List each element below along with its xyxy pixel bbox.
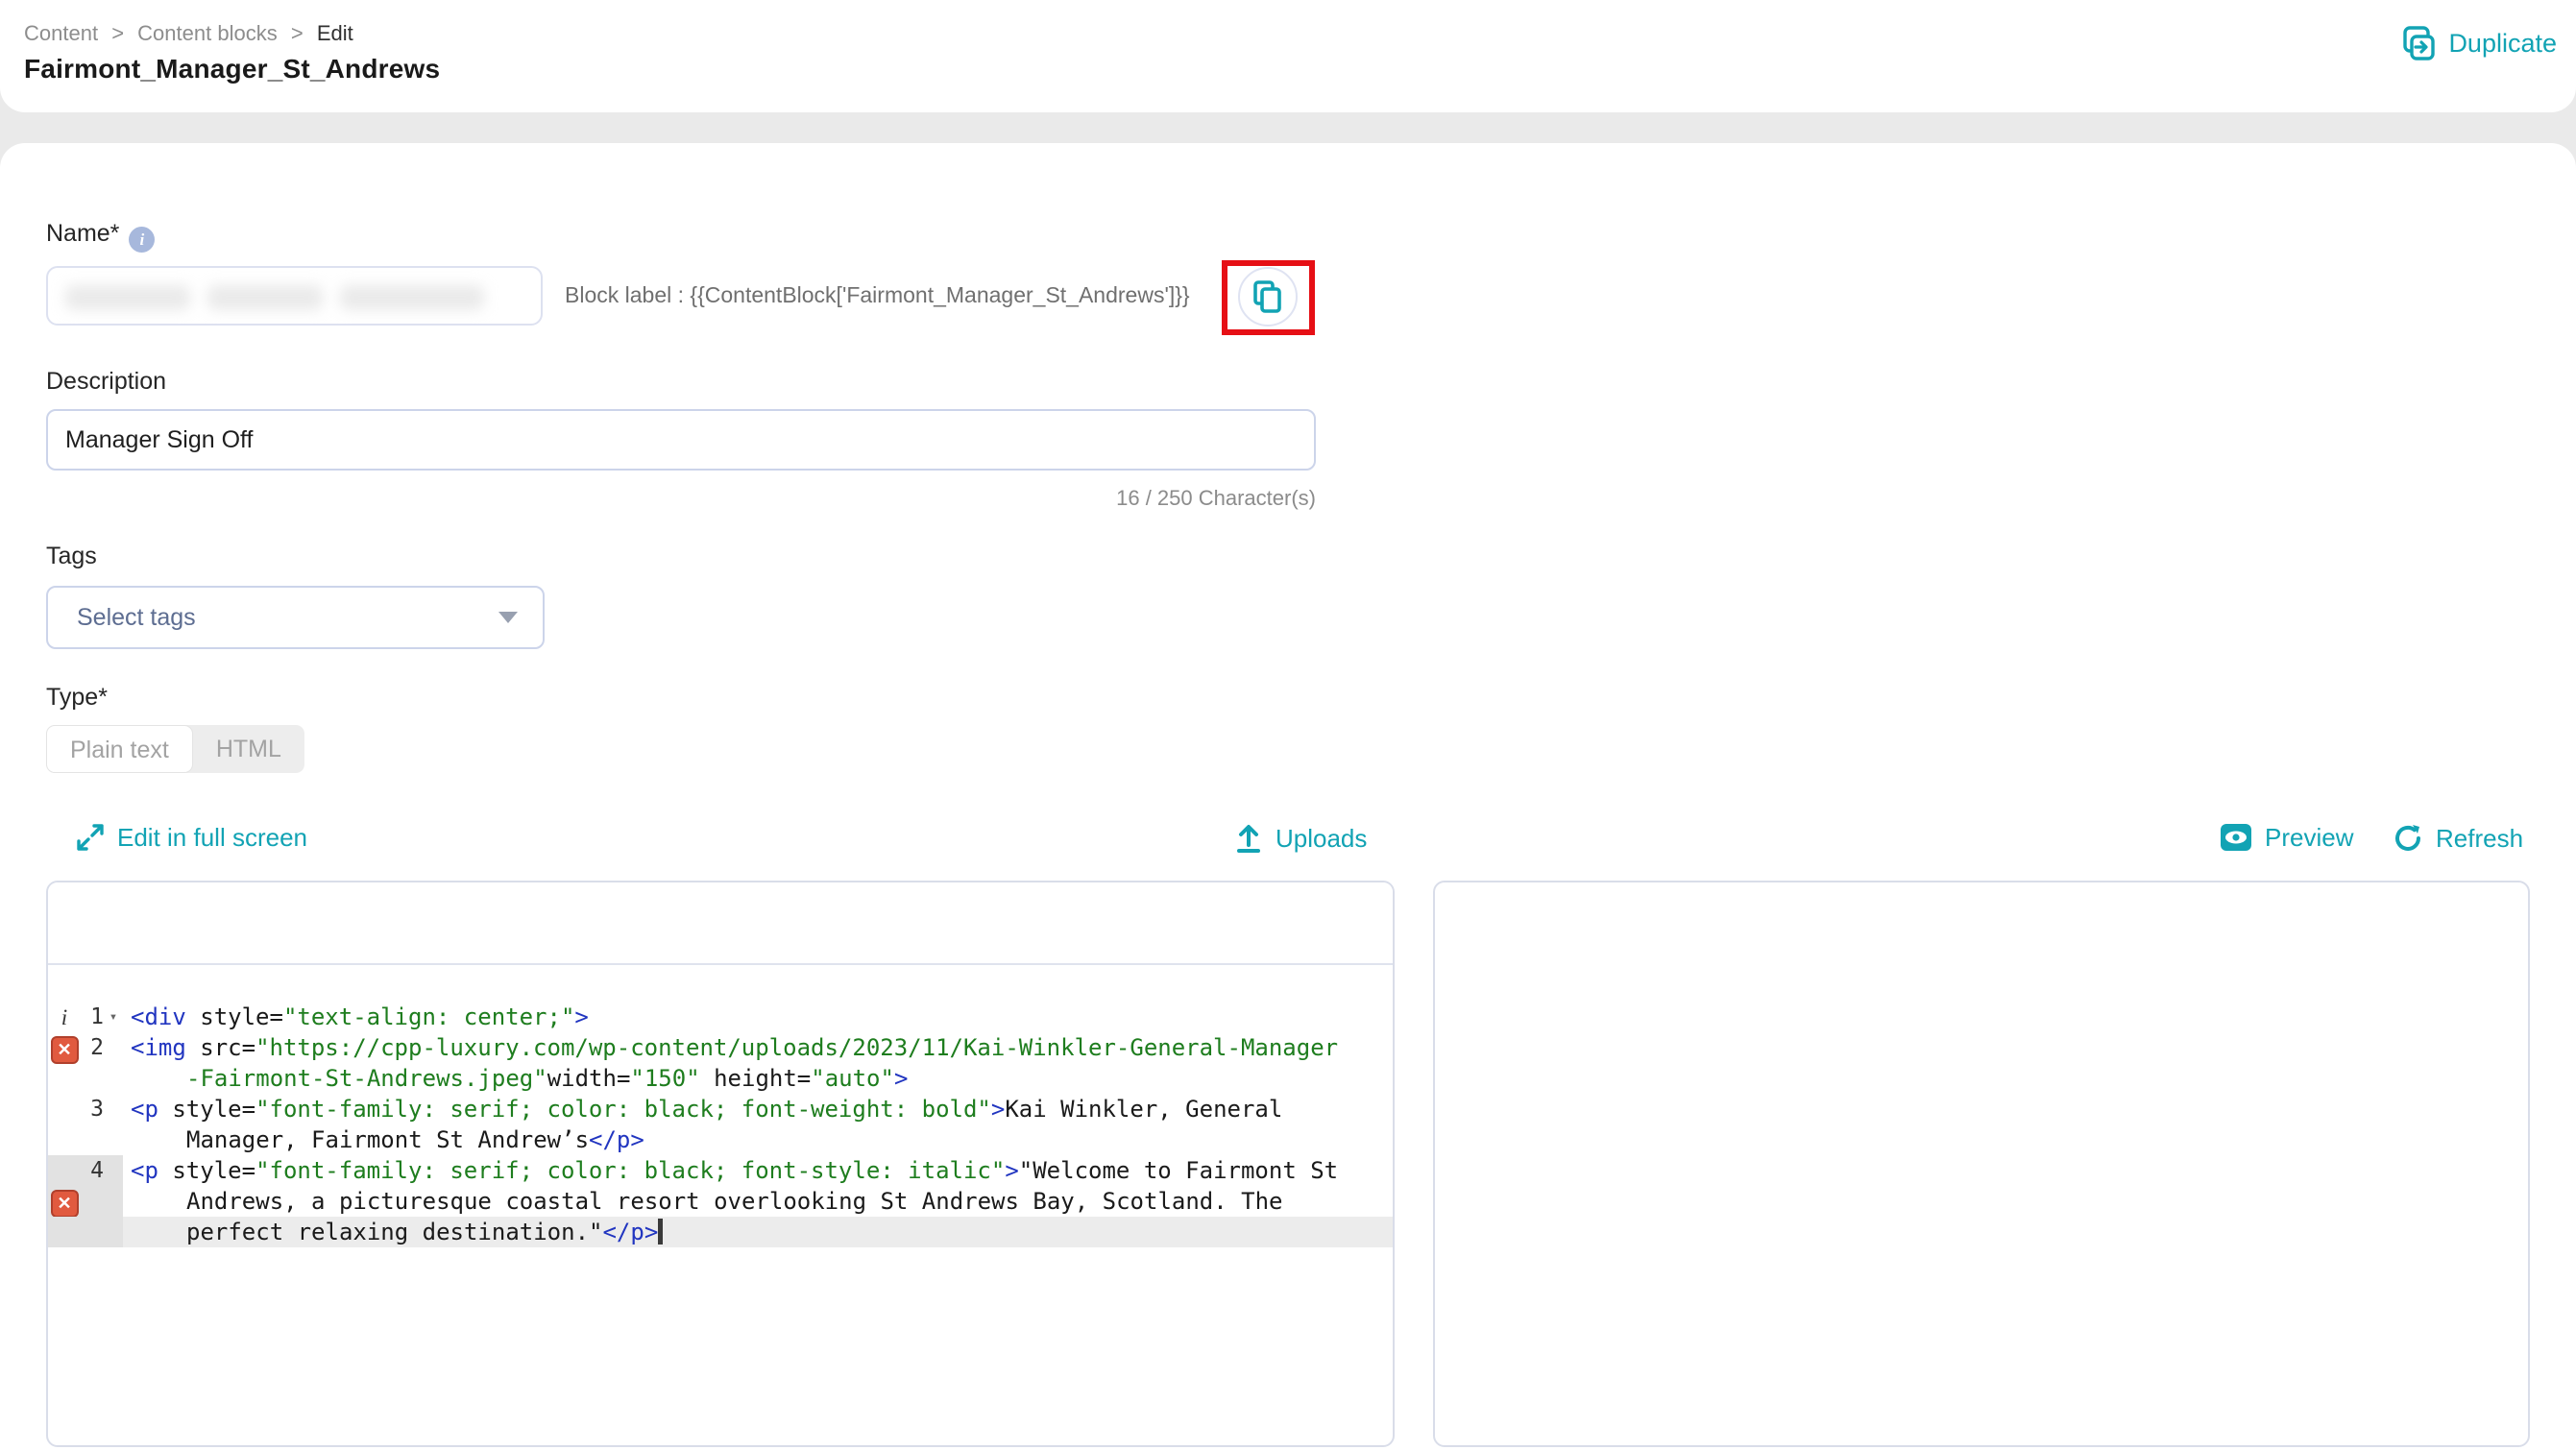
edit-full-screen-label: Edit in full screen [117,822,307,852]
line-number: 3 [90,1097,104,1122]
breadcrumb-edit: Edit [316,21,353,45]
code-line[interactable]: perfect relaxing destination."</p> [123,1217,1393,1247]
copy-block-label-button[interactable] [1238,267,1298,326]
code-line[interactable]: -Fairmont-St-Andrews.jpeg"width="150" he… [123,1063,1393,1094]
error-icon[interactable]: ✕ [50,1189,79,1218]
code-editor[interactable]: i 1 ▾ <div style="text-align: center;"> ✕ 2 <i… [48,965,1393,1247]
gutter [48,1217,123,1247]
description-label: Description [46,368,167,395]
tags-select[interactable]: Select tags [46,586,545,649]
code-line[interactable]: <p style="font-family: serif; color: bla… [123,1094,1393,1124]
block-label-text: Block label : {{ContentBlock['Fairmont_M… [565,282,1190,307]
line-number: 1 [90,1004,104,1029]
code-line[interactable]: <div style="text-align: center;"> [123,1002,1393,1032]
gutter: i 1 ▾ [48,1002,123,1032]
line-number: 2 [90,1035,104,1060]
line-number: 4 [90,1158,104,1183]
breadcrumb-content[interactable]: Content [24,21,98,45]
code-row[interactable]: perfect relaxing destination."</p> [48,1217,1393,1247]
content-block-edit-page: Content > Content blocks > Edit Fairmont… [0,0,2576,1450]
code-editor-panel: i 1 ▾ <div style="text-align: center;"> ✕ 2 <i… [46,881,1395,1447]
code-row[interactable]: i 1 ▾ <div style="text-align: center;"> [48,1002,1393,1032]
page-title: Fairmont_Manager_St_Andrews [24,54,441,84]
breadcrumb-separator: > [290,21,304,45]
expand-icon [75,822,106,853]
preview-panel [1433,881,2530,1447]
code-row[interactable]: 3 <p style="font-family: serif; color: bl… [48,1094,1393,1124]
upload-icon [1233,822,1264,855]
error-gutter-cell[interactable]: ✕ [48,1032,81,1064]
gutter [48,1063,123,1094]
uploads-label: Uploads [1276,823,1368,853]
name-input[interactable] [46,266,543,326]
redacted-name-value [65,285,507,310]
code-row[interactable]: -Fairmont-St-Andrews.jpeg"width="150" he… [48,1063,1393,1094]
code-row[interactable]: 4 <p style="font-family: serif; color: bl… [48,1155,1393,1186]
code-row[interactable]: ✕ 2 <img src="https://cpp-luxury.com/wp-co… [48,1032,1393,1064]
breadcrumb: Content > Content blocks > Edit [24,21,353,46]
name-label-text: Name* [46,220,120,247]
info-icon[interactable]: i [129,227,156,253]
copy-icon [1252,279,1284,314]
code-row[interactable]: ✕ Andrews, a picturesque coastal resort o… [48,1186,1393,1218]
breadcrumb-separator: > [111,21,125,45]
uploads-link[interactable]: Uploads [1233,822,1367,855]
info-annotation-icon[interactable]: i [61,1005,67,1029]
code-line[interactable]: <img src="https://cpp-luxury.com/wp-cont… [123,1032,1393,1063]
preview-link[interactable]: Preview [2219,822,2353,853]
info-gutter-cell[interactable]: i [48,1002,81,1033]
tags-label: Tags [46,543,97,569]
chevron-down-icon [498,612,518,623]
editor-topbar [48,882,1393,965]
type-label: Type* [46,684,108,711]
gutter [48,1124,123,1155]
error-gutter-cell[interactable]: ✕ [48,1186,81,1218]
tags-placeholder: Select tags [77,603,196,631]
duplicate-icon [2400,25,2437,61]
edit-full-screen-link[interactable]: Edit in full screen [75,822,307,853]
code-row[interactable]: Manager, Fairmont St Andrew’s</p> [48,1124,1393,1155]
preview-label: Preview [2265,822,2354,852]
error-icon[interactable]: ✕ [50,1035,79,1064]
text-cursor [658,1219,664,1245]
type-option-html[interactable]: HTML [193,725,304,773]
preview-eye-icon [2219,822,2253,853]
page-header: Content > Content blocks > Edit Fairmont… [0,0,2576,112]
fold-caret-icon[interactable]: ▾ [104,1002,123,1032]
duplicate-button[interactable]: Duplicate [2400,25,2557,61]
type-toggle: Plain text HTML [46,725,304,773]
main-card: Name* i Block label : {{ContentBlock['Fai… [0,143,2576,1450]
gutter: 3 [48,1094,123,1124]
gutter: ✕ 2 [48,1032,123,1064]
refresh-label: Refresh [2436,823,2524,853]
type-option-plain-text[interactable]: Plain text [46,725,193,773]
refresh-link[interactable]: Refresh [2392,822,2523,855]
duplicate-label: Duplicate [2448,28,2557,58]
gutter: ✕ [48,1186,123,1218]
character-counter: 16 / 250 Character(s) [1116,486,1316,510]
breadcrumb-content-blocks[interactable]: Content blocks [137,21,278,45]
page-background-band [0,112,2576,143]
code-line[interactable]: <p style="font-family: serif; color: bla… [123,1155,1393,1186]
name-label: Name* i [46,220,156,253]
gutter: 4 [48,1155,123,1186]
code-line[interactable]: Andrews, a picturesque coastal resort ov… [123,1186,1393,1217]
code-line[interactable]: Manager, Fairmont St Andrew’s</p> [123,1124,1393,1155]
refresh-icon [2392,822,2424,855]
description-input[interactable] [46,409,1316,471]
